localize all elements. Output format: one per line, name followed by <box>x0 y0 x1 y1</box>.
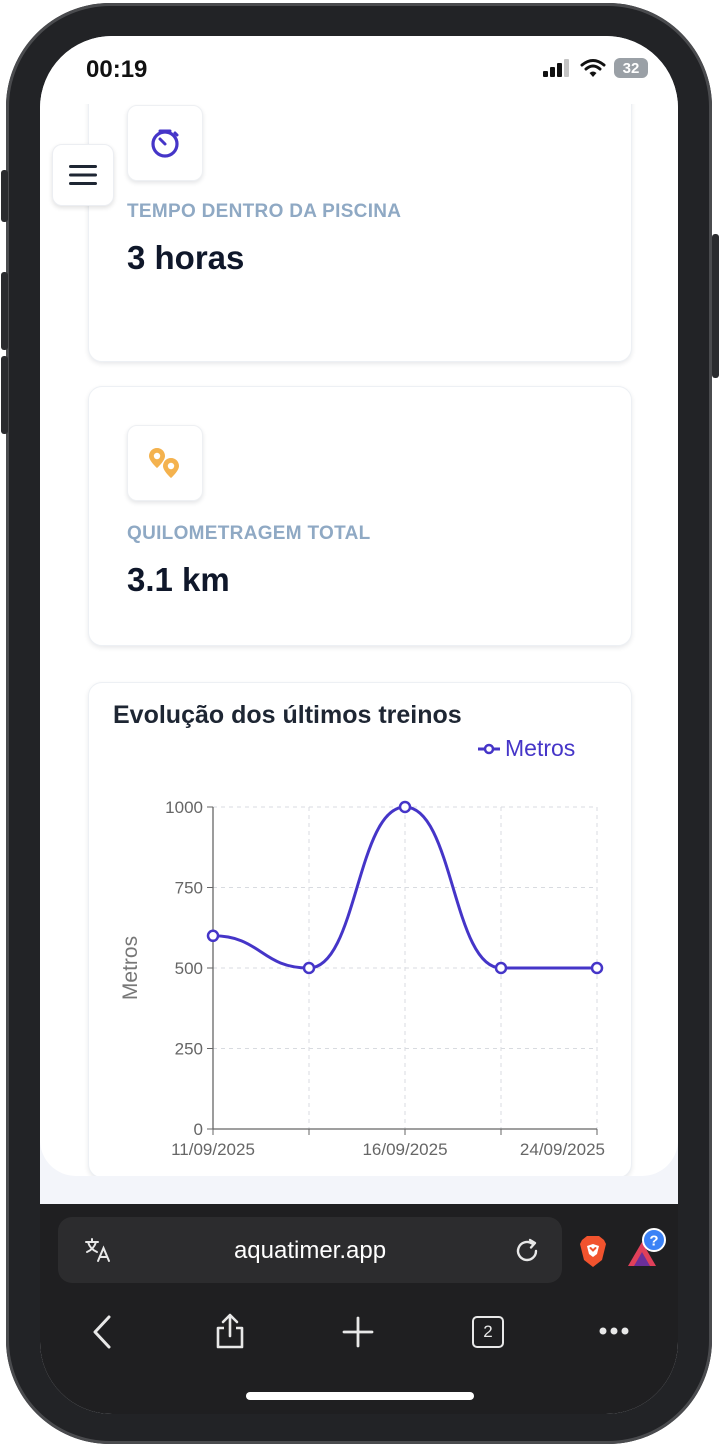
action-button <box>1 170 8 222</box>
svg-text:?: ? <box>649 1233 658 1250</box>
browser-nav-row: 2 <box>40 1304 678 1364</box>
stopwatch-icon-box <box>127 105 203 181</box>
y-tick-label: 0 <box>194 1120 203 1139</box>
brave-shields-icon[interactable] <box>578 1234 608 1268</box>
volume-up-button <box>1 272 8 350</box>
stat-card-pool-time: TEMPO DENTRO DA PISCINA 3 horas <box>88 104 632 362</box>
data-point <box>494 961 508 975</box>
x-tick-label: 24/09/2025 <box>520 1140 605 1159</box>
browser-toolbar: aquatimer.app ? 2 <box>40 1204 678 1414</box>
y-tick-label: 750 <box>175 879 203 898</box>
back-icon[interactable] <box>90 1314 114 1350</box>
address-bar[interactable]: aquatimer.app <box>58 1217 562 1283</box>
hamburger-icon <box>69 165 97 185</box>
home-indicator <box>246 1392 474 1400</box>
y-axis-label: Metros <box>119 936 142 1000</box>
y-tick-label: 250 <box>175 1040 203 1059</box>
stat-label: TEMPO DENTRO DA PISCINA <box>127 201 402 222</box>
power-button <box>712 234 719 378</box>
main-content: TEMPO DENTRO DA PISCINA 3 horas QUILOMET… <box>40 104 678 1176</box>
url-text[interactable]: aquatimer.app <box>58 1237 562 1265</box>
stat-label: QUILOMETRAGEM TOTAL <box>127 523 371 544</box>
stat-value: 3.1 km <box>127 561 230 598</box>
data-point <box>590 961 604 975</box>
signal-icon <box>543 59 569 77</box>
new-tab-icon[interactable] <box>342 1316 374 1348</box>
map-pins-icon <box>149 448 179 478</box>
stat-value: 3 horas <box>127 239 245 276</box>
tab-count: 2 <box>483 1322 493 1341</box>
more-menu-icon[interactable] <box>598 1326 630 1336</box>
battery-icon: 32 <box>614 58 648 78</box>
data-point <box>302 961 316 975</box>
chart-card: Evolução dos últimos treinos Metros 0 250… <box>88 682 632 1176</box>
x-tick-label: 11/09/2025 <box>171 1140 255 1159</box>
y-tick-label: 500 <box>175 959 203 978</box>
status-time: 00:19 <box>86 56 148 83</box>
volume-down-button <box>1 356 8 434</box>
reload-icon[interactable] <box>514 1238 540 1264</box>
stat-card-total-distance: QUILOMETRAGEM TOTAL 3.1 km <box>88 386 632 646</box>
screen: 00:19 32 TEMPO DENTRO DA PISCINA 3 horas… <box>40 36 678 1414</box>
x-tick-label: 16/09/2025 <box>362 1140 447 1159</box>
share-icon[interactable] <box>214 1312 246 1350</box>
wifi-icon <box>580 59 606 77</box>
line-chart: 0 250 500 750 1000 11/09/2025 16/09/2025 24/09/… <box>119 798 605 1159</box>
menu-button[interactable] <box>52 144 114 206</box>
data-point <box>206 929 220 943</box>
data-point <box>398 800 412 814</box>
status-icons: 32 <box>542 58 648 78</box>
brave-rewards-icon[interactable]: ? <box>624 1226 668 1270</box>
y-tick-label: 1000 <box>165 798 203 817</box>
map-pins-icon-box <box>127 425 203 501</box>
stopwatch-icon <box>151 129 179 158</box>
status-bar: 00:19 32 <box>40 36 678 104</box>
tabs-button[interactable]: 2 <box>472 1316 504 1348</box>
